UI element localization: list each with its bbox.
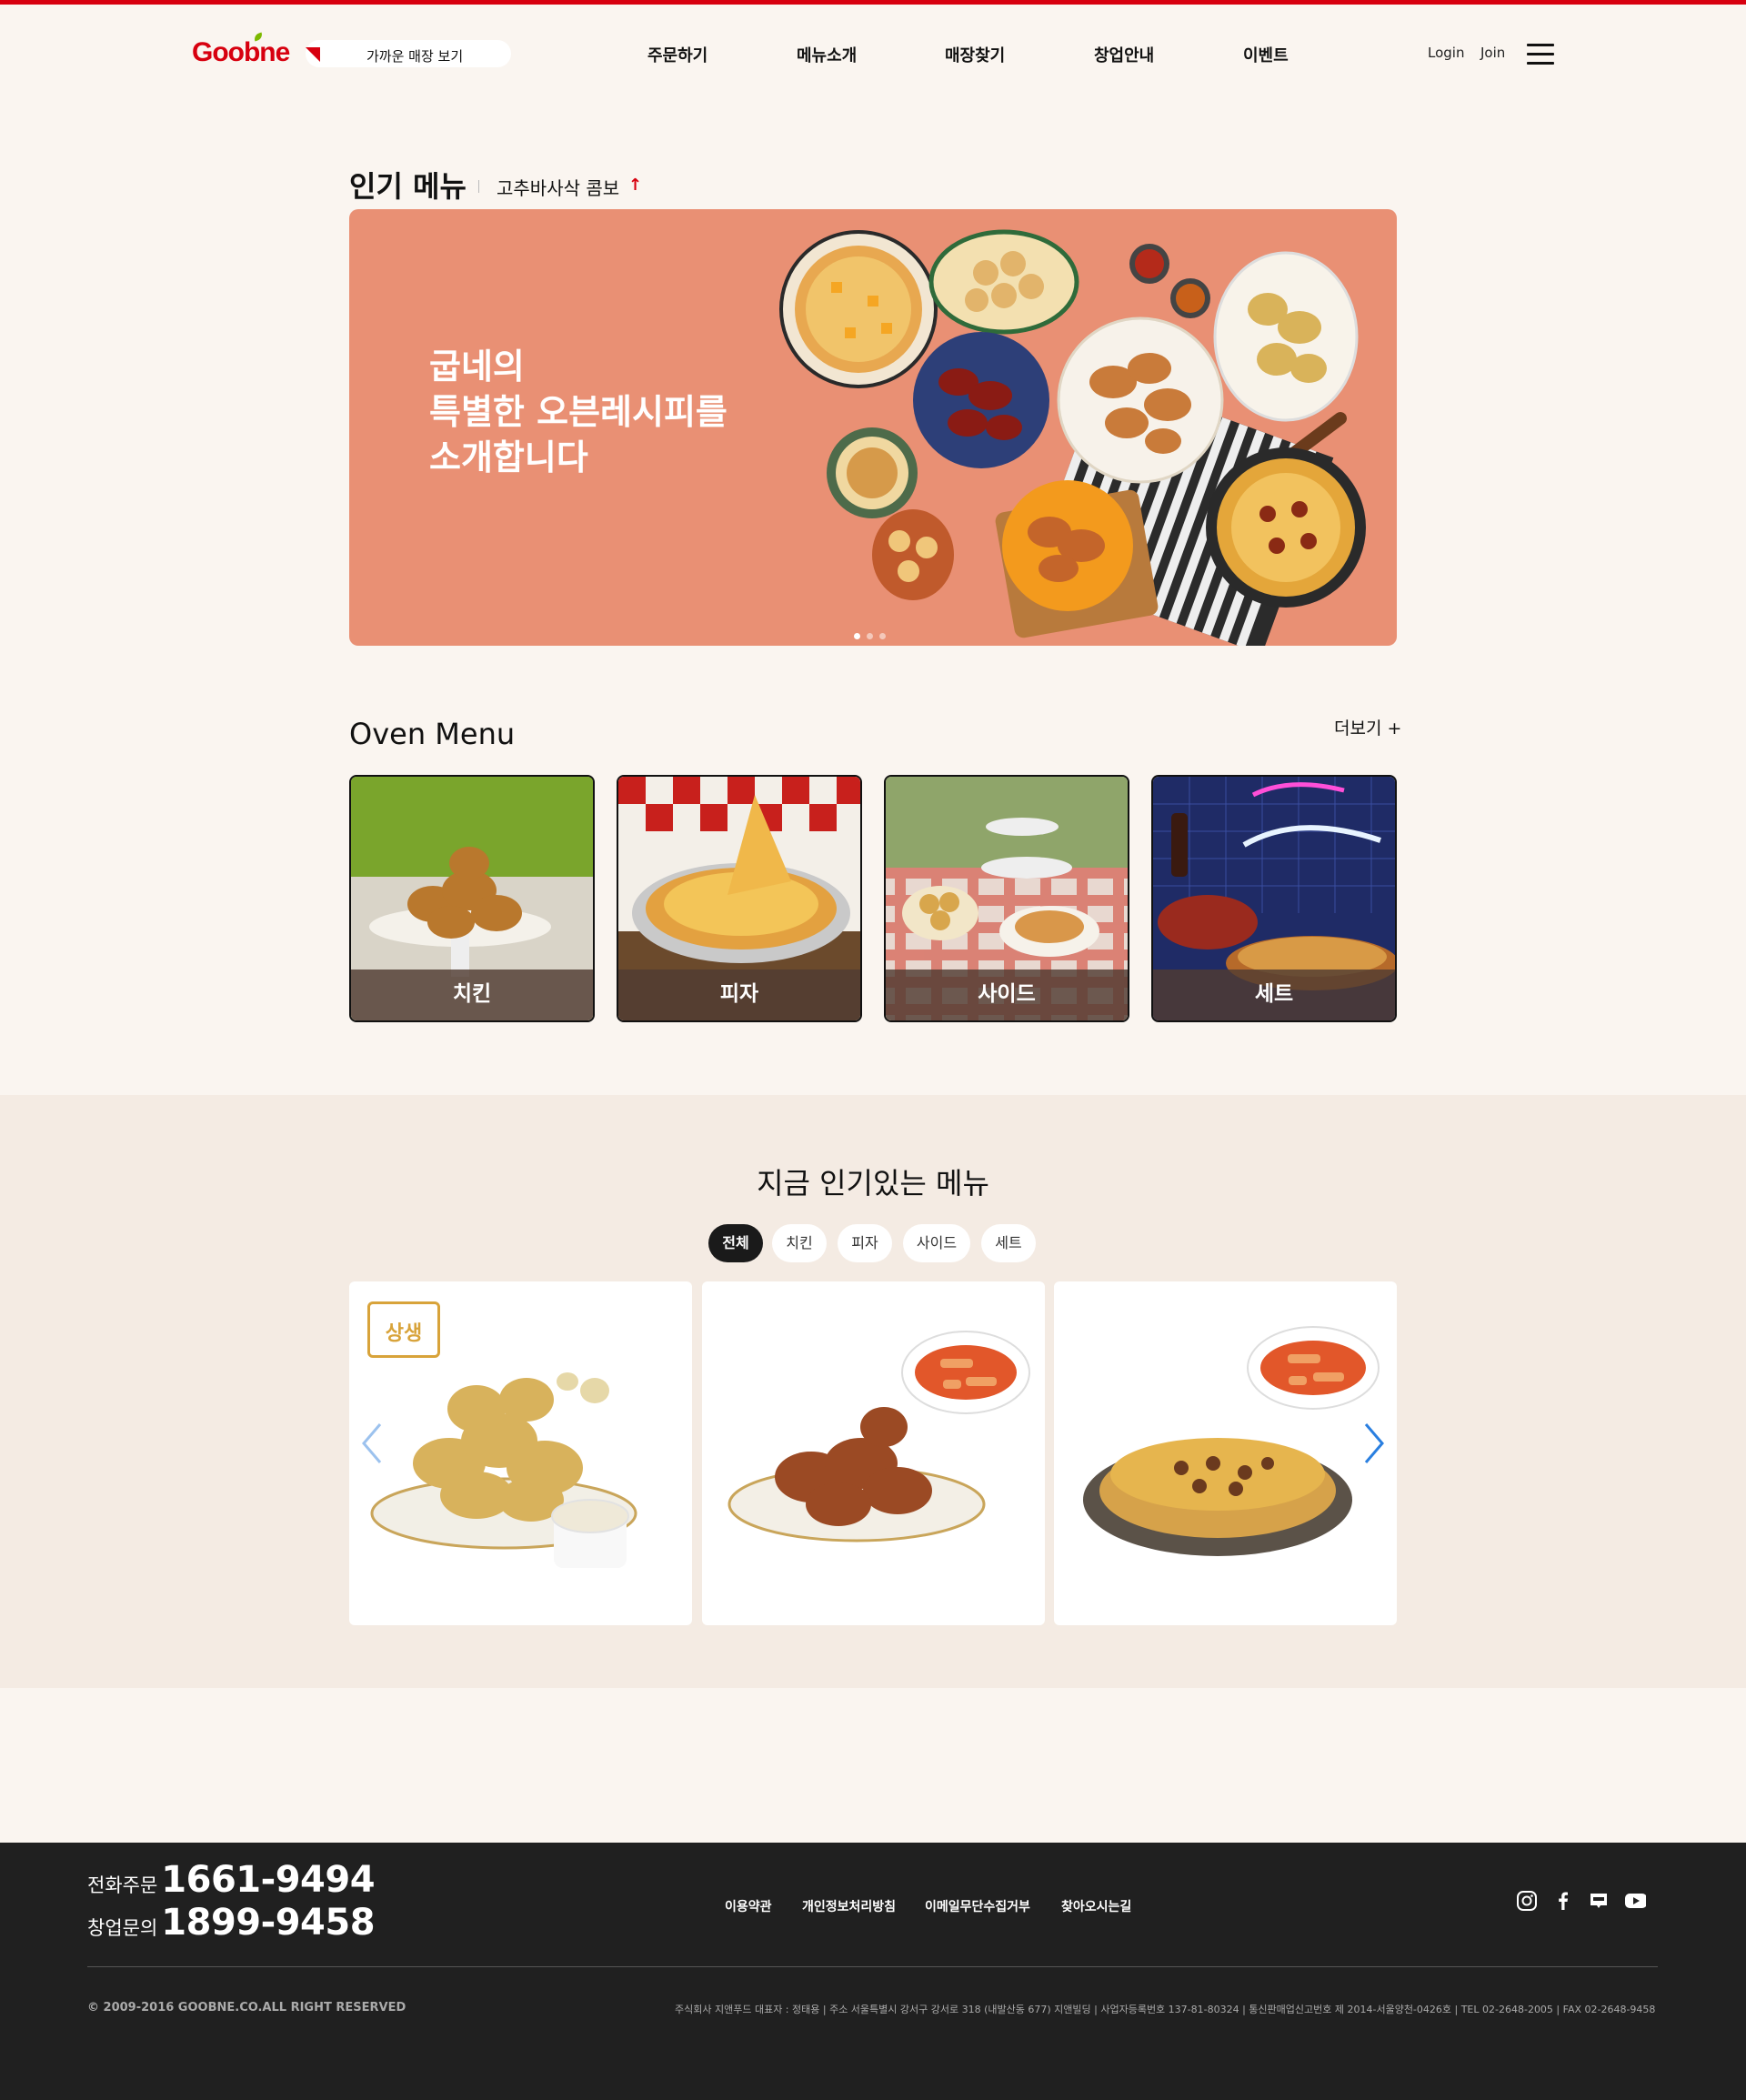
copyright: © 2009-2016 GOOBNE.CO.ALL RIGHT RESERVED [87, 2001, 406, 2015]
filter-chicken[interactable]: 치킨 [772, 1224, 827, 1262]
footer-link-email-refusal[interactable]: 이메일무단수집거부 [925, 1897, 1030, 1915]
popular-menu-subtitle[interactable]: 고추바사삭 콤보 [497, 174, 619, 200]
badge-label: 상생 [385, 1322, 423, 1345]
footer: 전화주문 1661-9494 창업문의 1899-9458 이용약관 개인정보처리방… [0, 1843, 1746, 2100]
slider-pagination [854, 626, 892, 643]
company-info: 주식회사 지앤푸드 대표자 : 정태용 | 주소 서울특별시 강서구 강서로 3… [675, 2004, 1656, 2015]
now-popular-title: 지금 인기있는 메뉴 [757, 1166, 989, 1201]
nav-order[interactable]: 주문하기 [647, 43, 707, 66]
banner-headline: 굽네의 특별한 오븐레시피를 소개합니다 [429, 344, 728, 480]
banner-line-1: 굽네의 [429, 347, 525, 387]
order-phone-number[interactable]: 1661-9494 [161, 1859, 375, 1901]
banner-line-2: 특별한 오븐레시피를 [429, 392, 728, 432]
logo-text: Goobne [192, 37, 290, 67]
category-card-side[interactable]: 사이드 [884, 775, 1129, 1022]
category-card-set[interactable]: 세트 [1151, 775, 1397, 1022]
order-phone: 전화주문 1661-9494 [87, 1859, 376, 1901]
category-card-chicken[interactable]: 치킨 [349, 775, 595, 1022]
category-label: 사이드 [886, 970, 1128, 1020]
footer-link-terms[interactable]: 이용약관 [725, 1897, 772, 1915]
more-link[interactable]: 더보기 + [1334, 715, 1401, 739]
filter-all[interactable]: 전체 [708, 1224, 763, 1262]
nav-menu[interactable]: 메뉴소개 [797, 43, 857, 66]
nav-franchise[interactable]: 창업안내 [1094, 43, 1154, 66]
hamburger-menu-icon[interactable] [1527, 44, 1554, 65]
nearby-store-label: 가까운 매장 보기 [366, 48, 464, 65]
header: Goobne 가까운 매장 보기 주문하기 메뉴소개 매장찾기 창업안내 이벤트… [0, 5, 1746, 95]
main-banner[interactable]: 굽네의 특별한 오븐레시피를 소개합니다 [349, 209, 1397, 646]
youtube-icon[interactable] [1624, 1890, 1646, 1912]
product-card[interactable] [1054, 1281, 1397, 1625]
product-image-pizza-tteokbokki [1083, 1326, 1380, 1556]
title-divider [478, 180, 479, 193]
arrow-up-icon: ↑ [628, 176, 643, 195]
location-arrow-icon [306, 47, 320, 62]
slider-dot[interactable] [879, 633, 886, 639]
login-link[interactable]: Login [1428, 45, 1464, 61]
footer-link-directions[interactable]: 찾아오시는길 [1061, 1897, 1131, 1915]
franchise-phone: 창업문의 1899-9458 [87, 1902, 376, 1944]
footer-link-privacy[interactable]: 개인정보처리방침 [802, 1897, 896, 1915]
sangsaeng-badge: 상생 [367, 1301, 440, 1358]
footer-divider [87, 1966, 1658, 1967]
join-link[interactable]: Join [1480, 45, 1505, 61]
carousel-next-icon[interactable] [1360, 1421, 1388, 1466]
facebook-icon[interactable] [1552, 1890, 1574, 1912]
order-phone-label: 전화주문 [87, 1874, 158, 1896]
oven-menu-title: Oven Menu [349, 717, 516, 751]
franchise-phone-label: 창업문의 [87, 1917, 158, 1939]
blog-icon[interactable] [1588, 1890, 1610, 1912]
filter-set[interactable]: 세트 [981, 1224, 1036, 1262]
slider-dot[interactable] [854, 633, 860, 639]
product-card[interactable]: 상생 [349, 1281, 692, 1625]
nav-event[interactable]: 이벤트 [1243, 43, 1289, 66]
carousel-prev-icon[interactable] [358, 1421, 386, 1466]
popular-menu-title: 인기 메뉴 [349, 169, 467, 204]
product-image-chicken-tteokbokki [728, 1331, 1030, 1542]
franchise-phone-number[interactable]: 1899-9458 [161, 1902, 375, 1944]
slider-dot[interactable] [867, 633, 873, 639]
product-card[interactable] [702, 1281, 1045, 1625]
filter-side[interactable]: 사이드 [903, 1224, 970, 1262]
nav-store[interactable]: 매장찾기 [945, 43, 1005, 66]
category-card-pizza[interactable]: 피자 [617, 775, 862, 1022]
category-label: 세트 [1153, 970, 1395, 1020]
instagram-icon[interactable] [1516, 1890, 1538, 1912]
category-label: 피자 [618, 970, 860, 1020]
banner-line-3: 소개합니다 [429, 437, 588, 477]
nearby-store-button[interactable]: 가까운 매장 보기 [306, 40, 511, 67]
filter-pizza[interactable]: 피자 [838, 1224, 892, 1262]
category-label: 치킨 [351, 970, 593, 1020]
logo[interactable]: Goobne [192, 32, 290, 68]
